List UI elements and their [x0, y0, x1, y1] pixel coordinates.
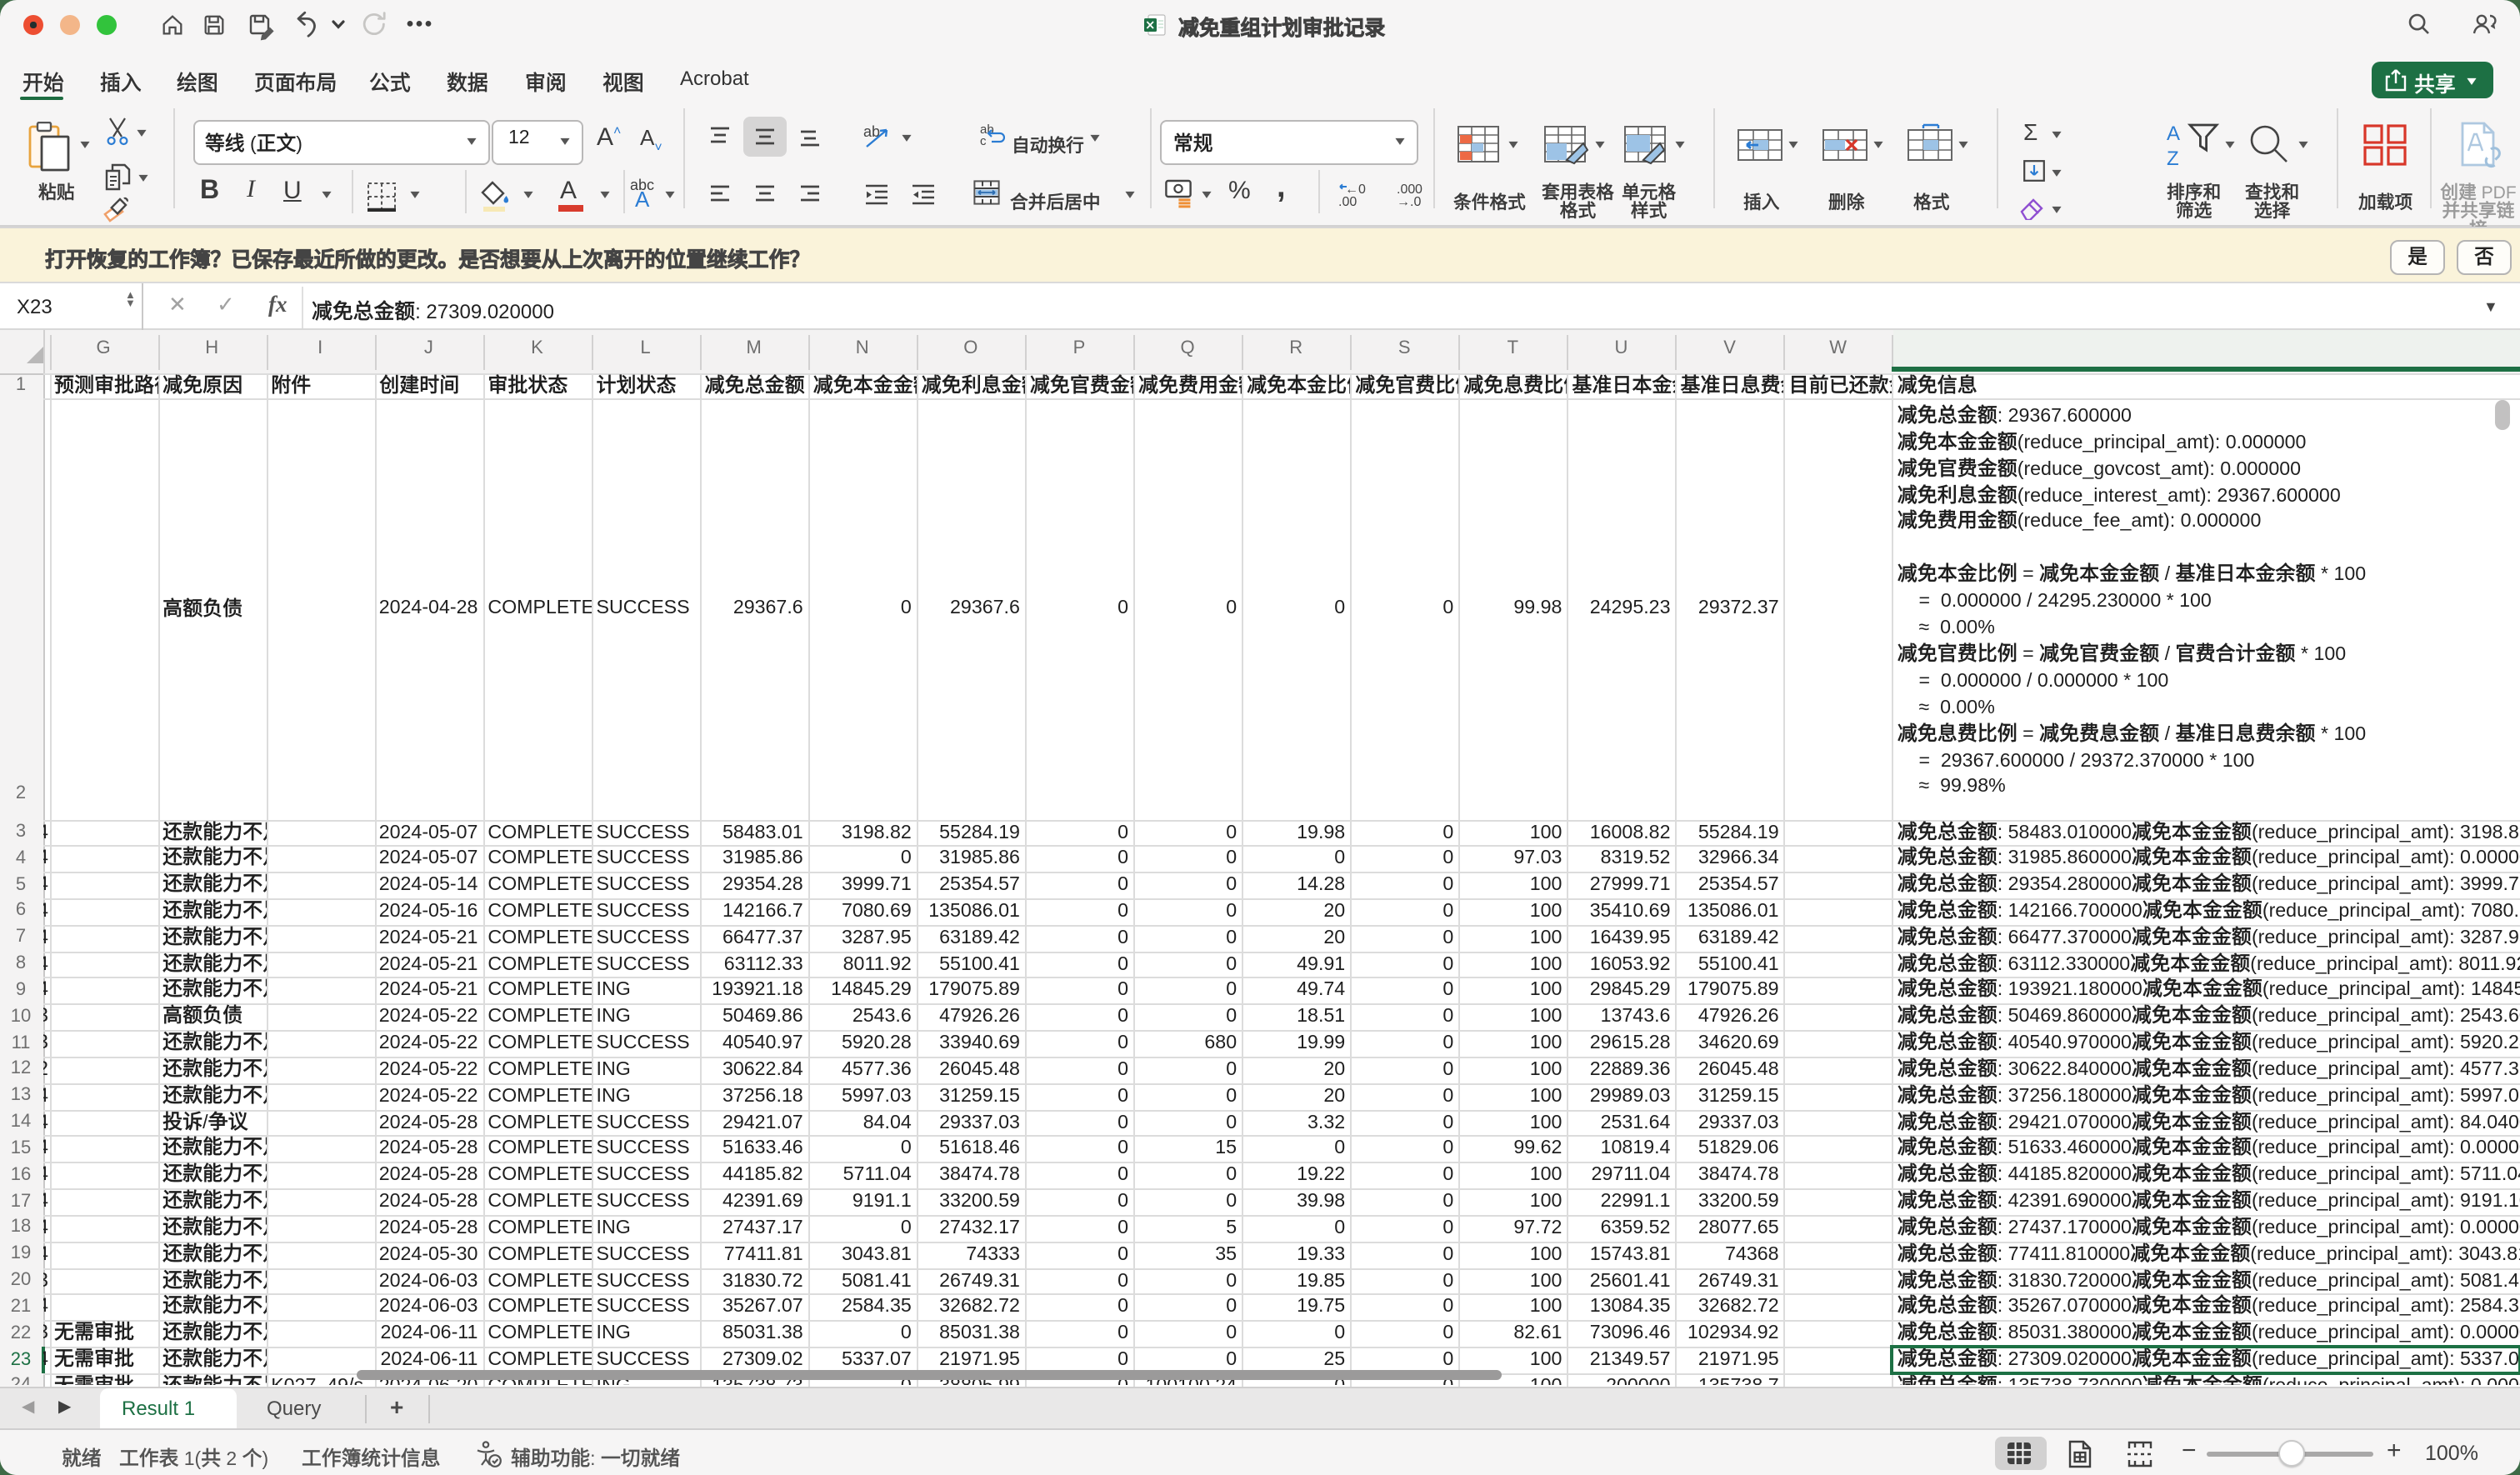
svg-text:c: c [980, 134, 987, 147]
svg-text:→.0: →.0 [1397, 195, 1421, 207]
svg-text:.00: .00 [1338, 195, 1357, 207]
svg-text:A: A [2167, 122, 2180, 145]
svg-text:Z: Z [2167, 148, 2179, 170]
